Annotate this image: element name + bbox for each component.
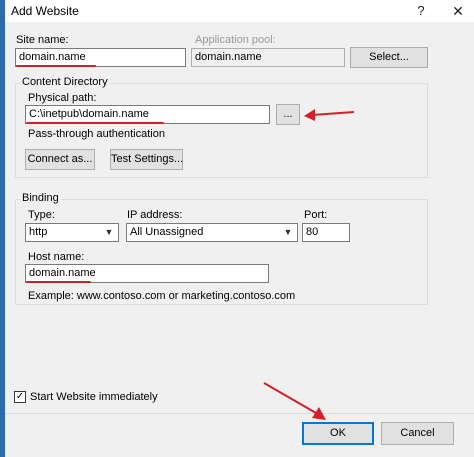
ok-button[interactable]: OK xyxy=(302,422,374,445)
cancel-button[interactable]: Cancel xyxy=(381,422,454,445)
ip-address-selected-value: All Unassigned xyxy=(130,226,204,238)
annotation-arrow-browse xyxy=(304,109,355,121)
annotation-arrow-ok xyxy=(263,382,326,420)
host-name-example: Example: www.contoso.com or marketing.co… xyxy=(28,290,296,302)
port-input[interactable]: 80 xyxy=(302,223,350,242)
checkmark-icon: ✓ xyxy=(15,391,25,402)
window-left-edge xyxy=(0,0,5,457)
host-name-highlight xyxy=(26,281,91,283)
connect-as-button[interactable]: Connect as... xyxy=(25,149,95,170)
app-pool-field: domain.name xyxy=(191,48,345,67)
type-selected-value: http xyxy=(29,226,48,238)
start-website-label[interactable]: Start Website immediately xyxy=(30,391,158,403)
close-button[interactable]: ✕ xyxy=(443,0,473,22)
help-button[interactable]: ? xyxy=(410,0,432,22)
site-name-label: Site name: xyxy=(16,34,69,46)
ip-address-label: IP address: xyxy=(127,209,183,221)
start-website-checkbox[interactable]: ✓ xyxy=(14,391,26,403)
select-app-pool-button[interactable]: Select... xyxy=(350,47,428,68)
content-directory-title: Content Directory xyxy=(20,76,110,88)
type-dropdown[interactable]: http ▼ xyxy=(25,223,119,242)
window-title: Add Website xyxy=(11,4,79,18)
host-name-label: Host name: xyxy=(28,251,85,263)
chevron-down-icon: ▼ xyxy=(283,227,293,237)
test-settings-button[interactable]: Test Settings... xyxy=(110,149,183,170)
browse-path-button[interactable]: ... xyxy=(276,104,300,125)
site-name-highlight xyxy=(16,65,96,67)
physical-path-highlight xyxy=(26,122,164,124)
ip-address-dropdown[interactable]: All Unassigned ▼ xyxy=(126,223,298,242)
port-label: Port: xyxy=(304,209,328,221)
title-bar[interactable]: Add Website ? ✕ xyxy=(5,0,474,22)
app-pool-label: Application pool: xyxy=(195,34,276,46)
type-label: Type: xyxy=(28,209,55,221)
passthrough-auth-label: Pass-through authentication xyxy=(28,128,165,140)
footer-divider xyxy=(5,413,474,414)
binding-title: Binding xyxy=(20,192,61,204)
physical-path-label: Physical path: xyxy=(28,92,97,104)
chevron-down-icon: ▼ xyxy=(104,227,114,237)
